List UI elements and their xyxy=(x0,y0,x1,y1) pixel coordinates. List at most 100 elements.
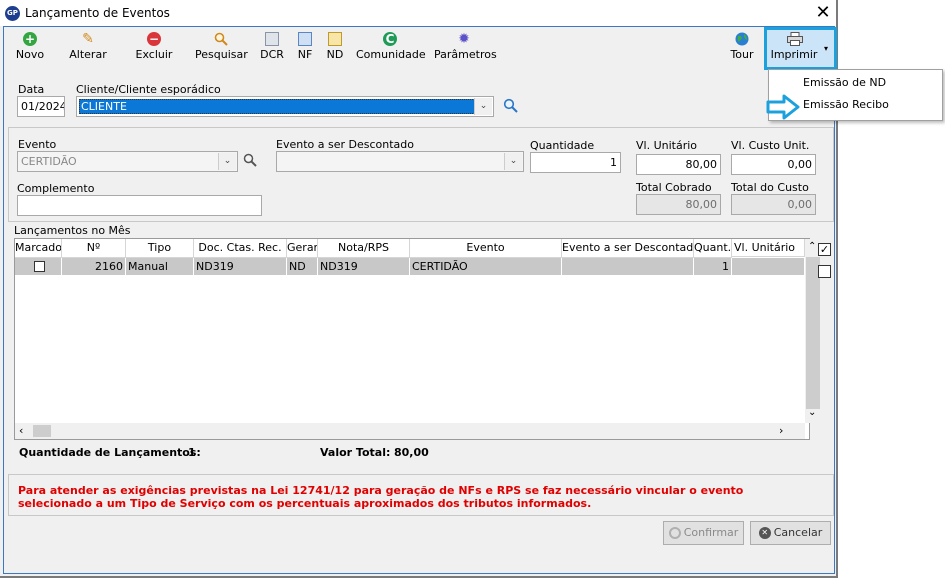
check-circle-icon xyxy=(668,527,681,539)
cliente-selected-text: CLIENTE xyxy=(79,99,475,114)
vl-unitario-field[interactable]: 80,00 xyxy=(636,154,721,175)
evento-descontado-combobox[interactable]: ⌄ xyxy=(276,151,524,172)
qtd-lancamentos-value: 1 xyxy=(188,446,196,459)
scroll-right-icon[interactable]: › xyxy=(779,424,783,437)
evento-descontado-label: Evento a ser Descontado xyxy=(276,138,414,151)
chevron-down-icon[interactable]: ▾ xyxy=(824,44,828,53)
document-icon xyxy=(298,32,312,46)
col-vl-unitario[interactable]: Vl. Unitário xyxy=(732,239,805,257)
vl-custo-label: Vl. Custo Unit. xyxy=(731,139,810,152)
valor-total-value: 80,00 xyxy=(394,446,429,459)
lancamentos-section-label: Lançamentos no Mês xyxy=(14,224,131,237)
cell-tipo: Manual xyxy=(126,258,194,275)
col-evento-descontado[interactable]: Evento a ser Descontado xyxy=(562,239,694,258)
gear-icon: ✹ xyxy=(458,31,470,47)
total-cobrado-label: Total Cobrado xyxy=(636,181,712,194)
complemento-label: Complemento xyxy=(17,182,95,195)
globe-icon xyxy=(735,32,749,46)
total-custo-field: 0,00 xyxy=(731,194,816,215)
tour-button[interactable]: Tour xyxy=(728,32,756,66)
qtd-lancamentos-label: Quantidade de Lançamentos: xyxy=(19,446,201,459)
minus-circle-icon: − xyxy=(147,32,161,46)
novo-button[interactable]: + Novo xyxy=(14,32,46,66)
warning-line-1: Para atender as exigências previstas na … xyxy=(18,484,744,497)
col-gerar[interactable]: Gerar xyxy=(287,239,318,258)
cancelar-button[interactable]: ✕ Cancelar xyxy=(750,521,831,545)
tour-label: Tour xyxy=(730,48,754,61)
imprimir-label: Imprimir xyxy=(770,48,818,61)
scroll-up-icon[interactable]: ⌃ xyxy=(808,241,816,252)
complemento-field[interactable] xyxy=(17,195,262,216)
data-field[interactable]: 01/2024 xyxy=(17,96,65,117)
vl-unitario-label: Vl. Unitário xyxy=(636,139,698,152)
nf-button[interactable]: NF xyxy=(294,32,316,66)
col-evento[interactable]: Evento xyxy=(410,239,562,258)
alterar-label: Alterar xyxy=(69,48,107,61)
search-cliente-icon[interactable] xyxy=(503,98,518,116)
cancel-circle-icon: ✕ xyxy=(758,527,771,539)
evento-label: Evento xyxy=(18,138,57,151)
excluir-label: Excluir xyxy=(135,48,173,61)
comunidade-button[interactable]: C Comunidade xyxy=(356,32,426,66)
total-custo-label: Total do Custo xyxy=(731,181,809,194)
imprimir-content: Imprimir xyxy=(768,32,820,66)
parametros-label: Parâmetros xyxy=(434,48,497,61)
app-logo-icon: GP xyxy=(5,6,20,21)
parametros-button[interactable]: ✹ Parâmetros xyxy=(434,31,497,66)
warning-line-2: selecionado a um Tipo de Serviço com os … xyxy=(18,497,592,510)
pointer-arrow-icon xyxy=(766,94,800,123)
nd-label: ND xyxy=(326,48,344,61)
nd-button[interactable]: ND xyxy=(324,32,346,66)
col-doc[interactable]: Doc. Ctas. Rec. xyxy=(194,239,287,258)
scroll-left-icon[interactable]: ‹ xyxy=(19,424,23,437)
excluir-button[interactable]: − Excluir xyxy=(135,32,173,66)
cell-gerar: ND xyxy=(287,258,318,275)
community-icon: C xyxy=(383,32,397,46)
horizontal-scrollbar[interactable]: ‹ › xyxy=(15,423,805,439)
plus-circle-icon: + xyxy=(23,32,37,46)
dcr-button[interactable]: DCR xyxy=(258,32,286,66)
quantidade-field[interactable]: 1 xyxy=(530,152,621,173)
chevron-down-icon[interactable]: ⌄ xyxy=(504,153,522,170)
pesquisar-button[interactable]: Pesquisar xyxy=(195,32,248,66)
window-title: Lançamento de Eventos xyxy=(25,6,170,20)
close-icon[interactable]: ✕ xyxy=(812,2,834,24)
col-nota[interactable]: Nota/RPS xyxy=(318,239,410,258)
valor-total-label: Valor Total: xyxy=(320,446,391,459)
total-cobrado-field: 80,00 xyxy=(636,194,721,215)
col-marcado[interactable]: Marcado xyxy=(15,239,62,258)
col-numero[interactable]: Nº xyxy=(62,239,126,258)
vertical-scroll-thumb[interactable] xyxy=(806,257,820,409)
uncheck-all-checkbox[interactable] xyxy=(818,265,831,278)
cell-doc: ND319 xyxy=(194,258,287,275)
data-label: Data xyxy=(18,83,45,96)
nf-label: NF xyxy=(297,48,313,61)
menu-item-emissao-recibo[interactable]: Emissão Recibo xyxy=(803,98,889,111)
col-tipo[interactable]: Tipo xyxy=(126,239,194,258)
quantidade-label: Quantidade xyxy=(530,139,595,152)
printer-icon xyxy=(787,32,803,46)
col-quant[interactable]: Quant. xyxy=(694,239,732,258)
cell-evento-descontado xyxy=(562,258,694,275)
row-checkbox[interactable] xyxy=(34,261,45,272)
horizontal-scroll-thumb[interactable] xyxy=(33,425,51,437)
pesquisar-label: Pesquisar xyxy=(195,48,248,61)
lancamentos-grid: Marcado Nº Tipo Doc. Ctas. Rec. Gerar No… xyxy=(14,238,821,440)
document-icon xyxy=(328,32,342,46)
pencil-icon: ✎ xyxy=(82,31,94,47)
check-all-checkbox[interactable]: ✓ xyxy=(818,243,831,256)
chevron-down-icon[interactable]: ⌄ xyxy=(218,153,236,170)
menu-item-emissao-nd[interactable]: Emissão de ND xyxy=(803,76,886,89)
magnifier-icon xyxy=(214,32,228,46)
alterar-button[interactable]: ✎ Alterar xyxy=(67,32,109,66)
search-evento-icon[interactable] xyxy=(243,153,257,170)
cell-vl-unitario xyxy=(732,258,805,275)
confirmar-button[interactable]: Confirmar xyxy=(663,521,744,545)
scroll-down-icon[interactable]: ⌄ xyxy=(808,407,816,418)
cliente-combobox[interactable]: CLIENTE ⌄ xyxy=(76,96,494,117)
evento-combobox[interactable]: CERTIDÃO ⌄ xyxy=(17,151,238,172)
vl-custo-field[interactable]: 0,00 xyxy=(731,154,816,175)
dcr-label: DCR xyxy=(260,48,284,61)
chevron-down-icon[interactable]: ⌄ xyxy=(474,98,492,115)
cell-quant: 1 xyxy=(694,258,732,275)
